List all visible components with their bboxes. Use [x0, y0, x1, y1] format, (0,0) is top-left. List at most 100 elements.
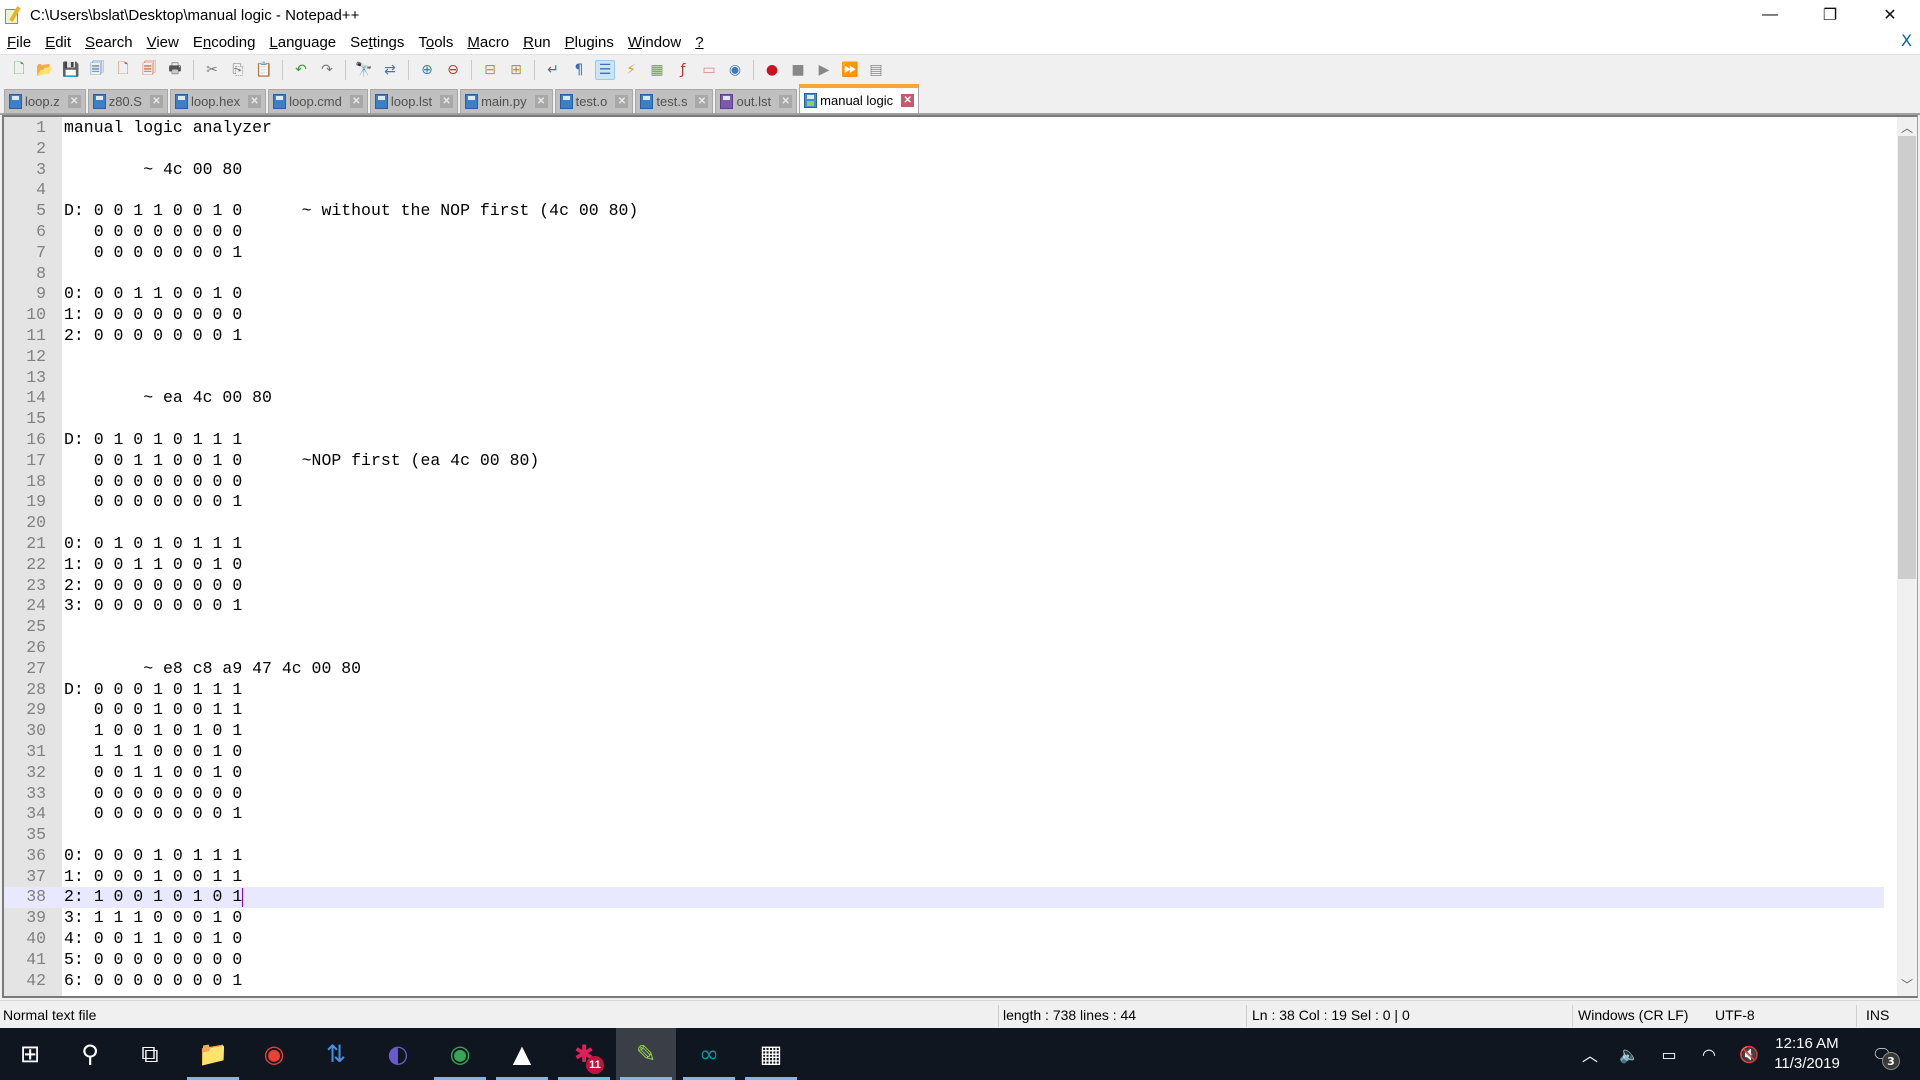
tab-close-icon[interactable]: ✕: [248, 95, 262, 108]
line-text[interactable]: 6: 0 0 0 0 0 0 0 1: [64, 971, 242, 992]
action-center-button[interactable]: 🗨 3: [1862, 1028, 1902, 1080]
taskbar-chrome[interactable]: ◉: [244, 1028, 304, 1080]
editor-line[interactable]: 23 2: 0 0 0 0 0 0 0 0: [4, 576, 1884, 597]
clock[interactable]: 12:16 AM 11/3/2019: [1762, 1034, 1852, 1074]
tab-test-o[interactable]: test.o ✕: [554, 89, 634, 113]
editor-line[interactable]: 11 2: 0 0 0 0 0 0 0 1: [4, 326, 1884, 347]
line-text[interactable]: 0 0 0 0 0 0 0 0: [64, 472, 243, 493]
line-text[interactable]: 0: 0 0 1 1 0 0 1 0: [64, 284, 242, 305]
tab-z80-s[interactable]: z80.S ✕: [87, 89, 168, 113]
line-text[interactable]: 5: 0 0 0 0 0 0 0 0: [64, 950, 242, 971]
editor-line[interactable]: 25: [4, 617, 1884, 638]
editor-line[interactable]: 39 3: 1 1 1 0 0 0 1 0: [4, 908, 1884, 929]
menu-encoding[interactable]: Encoding: [192, 34, 257, 51]
print-button[interactable]: 🖶: [165, 60, 185, 80]
sync-vertical-button[interactable]: ⊟: [480, 60, 500, 80]
zoom-in-button[interactable]: ⊕: [417, 60, 437, 80]
line-text[interactable]: 0 0 1 1 0 0 1 0: [64, 763, 243, 784]
taskbar-file-explorer[interactable]: 📁: [183, 1028, 243, 1080]
show-hidden-icons-icon[interactable]: ︿: [1574, 1028, 1606, 1080]
minimize-button[interactable]: —: [1740, 0, 1800, 30]
save-macro-button[interactable]: ▤: [866, 60, 886, 80]
editor-line[interactable]: 35: [4, 825, 1884, 846]
editor-line[interactable]: 30 1 0 0 1 0 1 0 1: [4, 721, 1884, 742]
line-text[interactable]: ~ e8 c8 a9 47 4c 00 80: [64, 659, 361, 680]
taskbar-task-view[interactable]: ⧉: [120, 1028, 180, 1080]
editor-line[interactable]: 6 0 0 0 0 0 0 0 0: [4, 222, 1884, 243]
save-button[interactable]: 💾: [61, 60, 81, 80]
editor-line[interactable]: 40 4: 0 0 1 1 0 0 1 0: [4, 929, 1884, 950]
replace-button[interactable]: ⇄: [380, 60, 400, 80]
define-language-button[interactable]: ⚡: [621, 60, 641, 80]
editor-line[interactable]: 21 0: 0 1 0 1 0 1 1 1: [4, 534, 1884, 555]
editor-line[interactable]: 27 ~ e8 c8 a9 47 4c 00 80: [4, 659, 1884, 680]
editor-line[interactable]: 15: [4, 409, 1884, 430]
line-text[interactable]: 0 0 0 0 0 0 0 0: [64, 784, 243, 805]
tab-close-icon[interactable]: ✕: [695, 95, 709, 108]
tab-close-icon[interactable]: ✕: [349, 95, 363, 108]
document-map-button[interactable]: ▦: [647, 60, 667, 80]
monitoring-button[interactable]: ◉: [725, 60, 745, 80]
line-text[interactable]: 0 0 0 1 0 0 1 1: [64, 700, 243, 721]
line-text[interactable]: 4: 0 0 1 1 0 0 1 0: [64, 929, 242, 950]
line-text[interactable]: D: 0 0 1 1 0 0 1 0 ~ without the NOP fir…: [64, 201, 638, 222]
line-text[interactable]: 2: 0 0 0 0 0 0 0 0: [64, 576, 242, 597]
menu-edit[interactable]: Edit: [44, 34, 72, 51]
indent-guide-button[interactable]: ☰: [595, 59, 615, 80]
editor-line[interactable]: 42 6: 0 0 0 0 0 0 0 1: [4, 971, 1884, 992]
battery-icon[interactable]: ▭: [1652, 1028, 1686, 1080]
vertical-scrollbar[interactable]: ︿ ﹀: [1897, 117, 1917, 996]
run-macro-multiple-button[interactable]: ⏩: [840, 60, 860, 80]
tab-close-icon[interactable]: ✕: [149, 95, 163, 108]
editor-line[interactable]: 33 0 0 0 0 0 0 0 0: [4, 784, 1884, 805]
folder-as-workspace-button[interactable]: ▭: [699, 60, 719, 80]
editor[interactable]: 1 manual logic analyzer 2 3 ~ 4c 00 80 4 5 D: …: [2, 115, 1918, 998]
editor-line[interactable]: 9 0: 0 0 1 1 0 0 1 0: [4, 284, 1884, 305]
zoom-out-button[interactable]: ⊖: [443, 60, 463, 80]
editor-line[interactable]: 22 1: 0 0 1 1 0 0 1 0: [4, 555, 1884, 576]
sync-horizontal-button[interactable]: ⊞: [506, 60, 526, 80]
line-text[interactable]: 0: 0 1 0 1 0 1 1 1: [64, 534, 242, 555]
redo-button[interactable]: ↷: [317, 60, 337, 80]
tab-close-icon[interactable]: ✕: [534, 95, 548, 108]
line-text[interactable]: 1: 0 0 0 1 0 0 1 1: [64, 867, 242, 888]
line-text[interactable]: 1: 0 0 0 0 0 0 0 0: [64, 305, 242, 326]
taskbar-start[interactable]: ⊞: [0, 1028, 60, 1080]
tab-loop-hex[interactable]: loop.hex ✕: [169, 89, 267, 113]
close-document-button[interactable]: X: [1901, 31, 1912, 50]
editor-line[interactable]: 4: [4, 180, 1884, 201]
taskbar-chrome-profile[interactable]: ◉: [430, 1028, 490, 1080]
menu-settings[interactable]: Settings: [349, 34, 405, 51]
word-wrap-button[interactable]: ↵: [543, 60, 563, 80]
line-text[interactable]: 3: 1 1 1 0 0 0 1 0: [64, 908, 242, 929]
tab-out-lst[interactable]: out.lst ✕: [715, 89, 798, 113]
editor-line[interactable]: 28 D: 0 0 0 1 0 1 1 1: [4, 680, 1884, 701]
editor-line[interactable]: 31 1 1 1 0 0 0 1 0: [4, 742, 1884, 763]
copy-button[interactable]: ⎘: [228, 60, 248, 80]
scroll-up-arrow-icon[interactable]: ︿: [1897, 119, 1917, 137]
close-all-button[interactable]: 🗐: [139, 60, 159, 80]
editor-line[interactable]: 34 0 0 0 0 0 0 0 1: [4, 804, 1884, 825]
editor-line[interactable]: 2: [4, 139, 1884, 160]
current-line[interactable]: 38 2: 1 0 0 1 0 1 0 1: [4, 887, 1884, 909]
editor-line[interactable]: 41 5: 0 0 0 0 0 0 0 0: [4, 950, 1884, 971]
open-file-button[interactable]: 📂: [35, 60, 55, 80]
editor-line[interactable]: 12: [4, 347, 1884, 368]
taskbar-arduino[interactable]: ∞: [679, 1028, 739, 1080]
close-button[interactable]: ✕: [1860, 0, 1920, 30]
line-text[interactable]: 2: 0 0 0 0 0 0 0 1: [64, 326, 242, 347]
taskbar-search[interactable]: ⚲: [60, 1028, 120, 1080]
editor-line[interactable]: 1 manual logic analyzer: [4, 118, 1884, 139]
tab-main-py[interactable]: main.py ✕: [460, 89, 553, 113]
tab-loop-lst[interactable]: loop.lst ✕: [369, 89, 459, 113]
tab-loop-cmd[interactable]: loop.cmd ✕: [268, 89, 368, 113]
find-button[interactable]: 🔭: [354, 60, 374, 80]
tab-close-icon[interactable]: ✕: [440, 95, 454, 108]
taskbar-eclipse[interactable]: ◐: [368, 1028, 428, 1080]
menu-tools[interactable]: Tools: [417, 34, 454, 51]
function-list-button[interactable]: ƒ: [673, 60, 693, 80]
line-text[interactable]: ~ 4c 00 80: [64, 160, 242, 181]
line-text[interactable]: D: 0 1 0 1 0 1 1 1: [64, 430, 242, 451]
editor-line[interactable]: 19 0 0 0 0 0 0 0 1: [4, 492, 1884, 513]
menu-search[interactable]: Search: [84, 34, 134, 51]
